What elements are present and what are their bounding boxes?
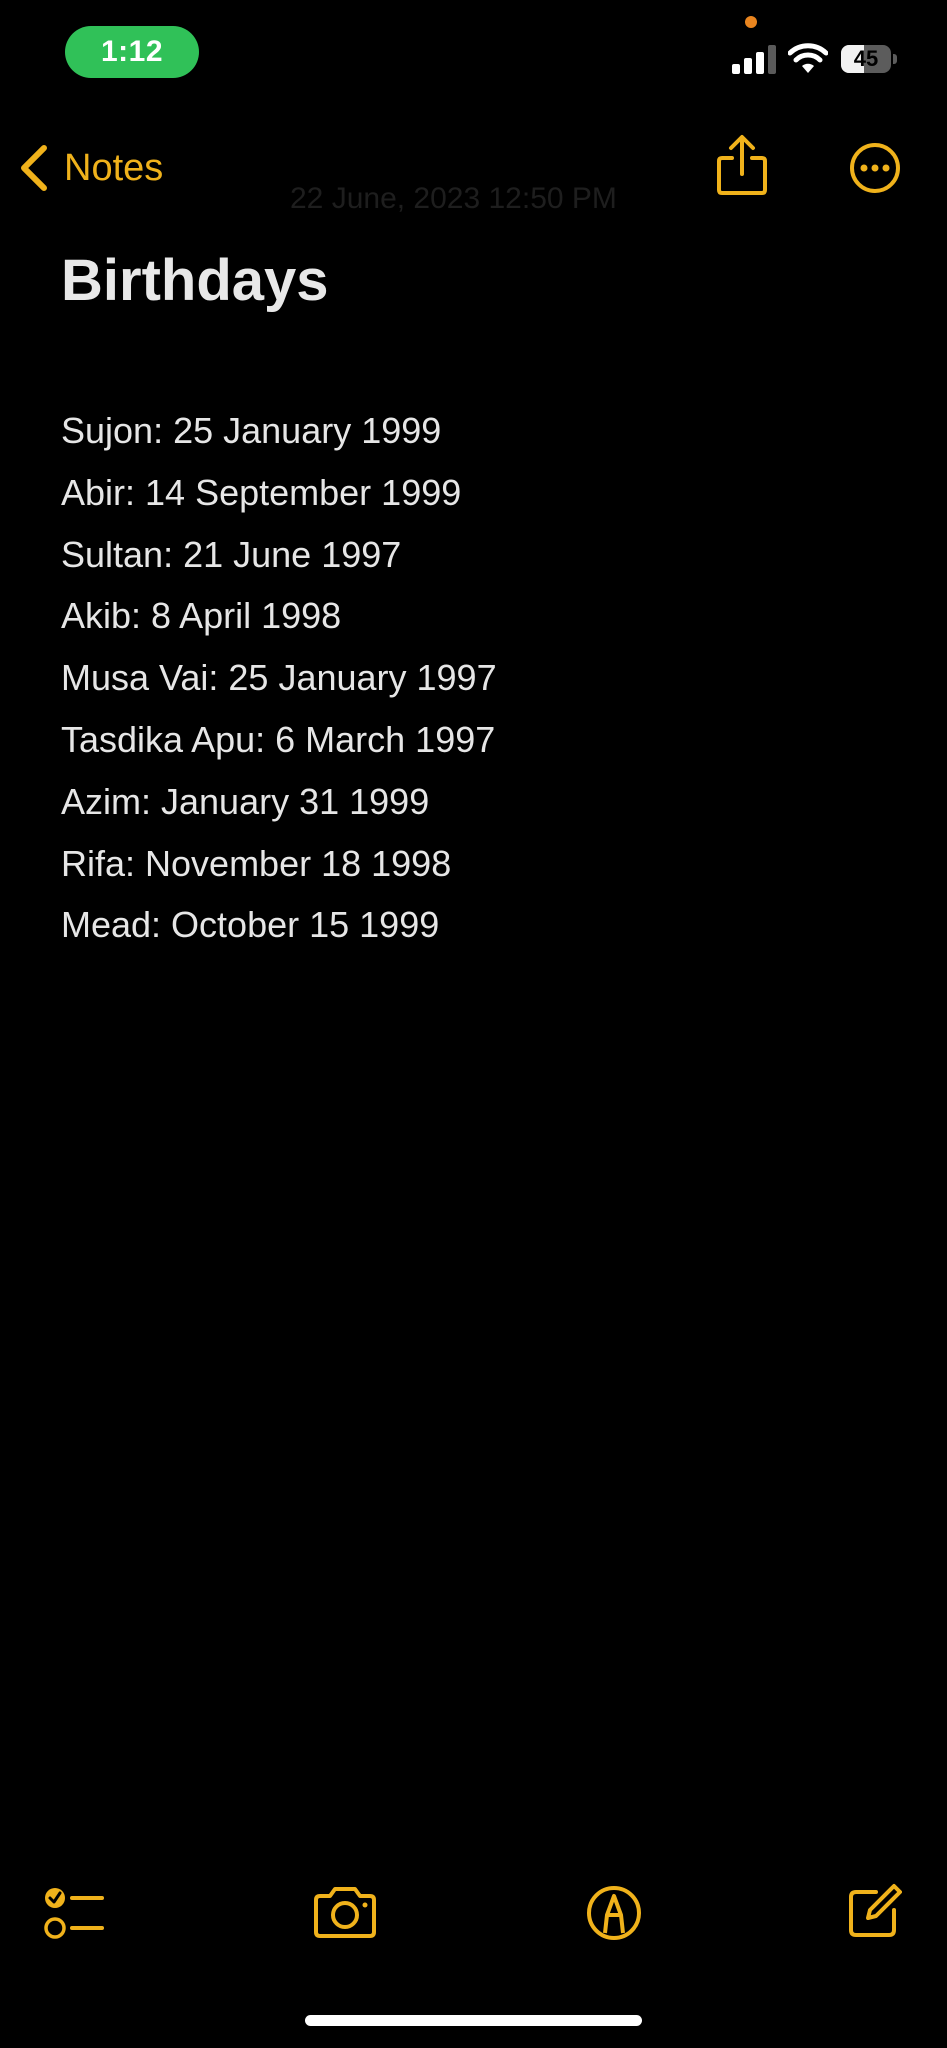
note-line[interactable]: Tasdika Apu: 6 March 1997 <box>61 709 497 771</box>
back-button-label: Notes <box>64 146 164 189</box>
note-line[interactable]: Azim: January 31 1999 <box>61 771 497 833</box>
cellular-signal-icon <box>732 44 776 74</box>
compose-icon <box>849 1884 902 1937</box>
markup-button[interactable] <box>586 1885 642 1941</box>
chevron-left-icon <box>21 145 47 191</box>
camera-icon <box>314 1887 376 1938</box>
note-body[interactable]: Sujon: 25 January 1999 Abir: 14 Septembe… <box>61 400 497 956</box>
note-title[interactable]: Birthdays <box>61 246 329 316</box>
back-to-notes-button[interactable]: Notes <box>18 138 163 198</box>
note-line[interactable]: Mead: October 15 1999 <box>61 894 497 956</box>
note-line[interactable]: Rifa: November 18 1998 <box>61 833 497 895</box>
note-line[interactable]: Sultan: 21 June 1997 <box>61 524 497 586</box>
note-line[interactable]: Sujon: 25 January 1999 <box>61 400 497 462</box>
share-button[interactable] <box>716 134 768 196</box>
note-line[interactable]: Akib: 8 April 1998 <box>61 585 497 647</box>
compose-button[interactable] <box>846 1882 902 1940</box>
note-line[interactable]: Abir: 14 September 1999 <box>61 462 497 524</box>
home-indicator[interactable] <box>305 2015 642 2026</box>
checklist-button[interactable] <box>44 1886 104 1942</box>
note-line[interactable]: Musa Vai: 25 January 1997 <box>61 647 497 709</box>
camera-button[interactable] <box>312 1886 378 1940</box>
more-options-button[interactable] <box>849 142 901 194</box>
share-icon <box>717 135 767 195</box>
microphone-indicator-dot <box>745 16 757 28</box>
battery-percent: 45 <box>853 46 879 71</box>
battery-icon: 45 <box>841 45 897 73</box>
markup-pen-icon <box>587 1886 641 1940</box>
checklist-icon <box>44 1888 104 1939</box>
status-time: 1:12 <box>65 26 199 78</box>
ellipsis-circle-icon <box>850 143 900 193</box>
note-date-faded: 22 June, 2023 12:50 PM <box>290 182 617 215</box>
wifi-icon <box>788 43 828 73</box>
